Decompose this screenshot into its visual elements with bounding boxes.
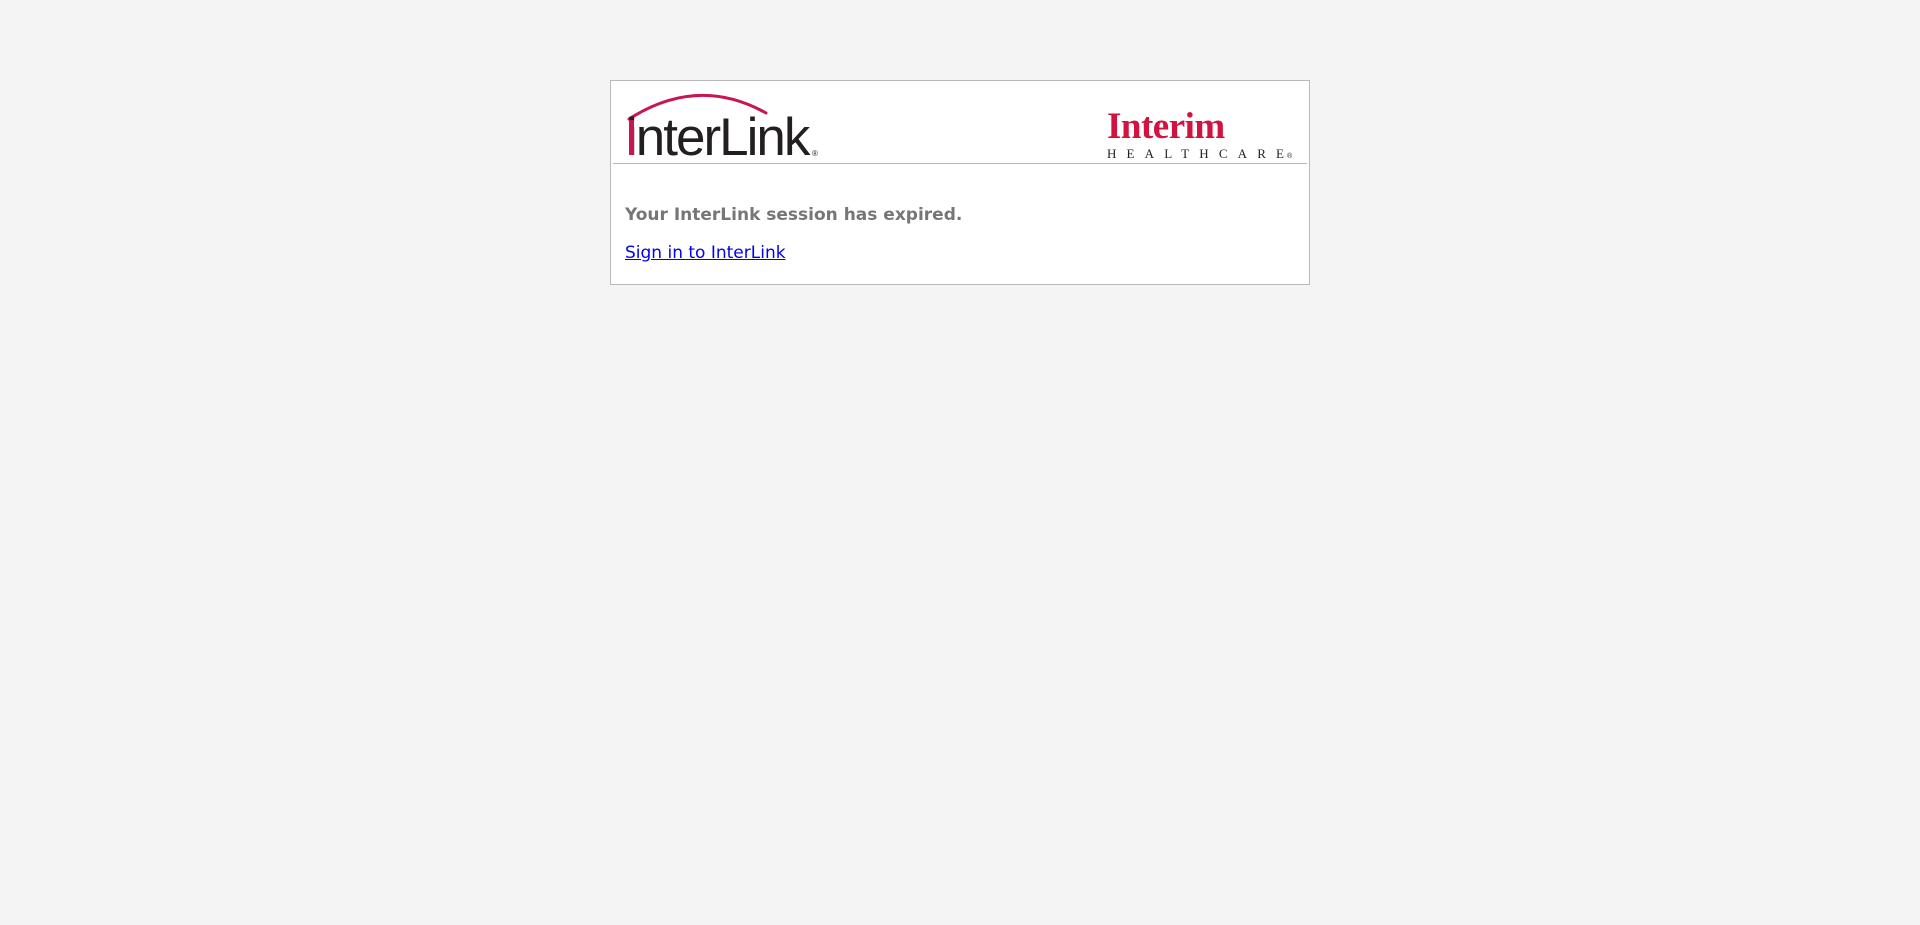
session-expired-panel: interLink ® Interim HEALTHCARE ® Your In… xyxy=(610,80,1310,285)
panel-content: Your InterLink session has expired. Sign… xyxy=(611,204,1309,264)
interim-healthcare-logo: Interim HEALTHCARE ® xyxy=(1107,108,1293,161)
sign-in-link[interactable]: Sign in to InterLink xyxy=(625,242,786,264)
interim-logo-subtext: HEALTHCARE xyxy=(1107,146,1284,161)
interlink-logo: interLink ® xyxy=(626,93,818,161)
interim-logo-text: Interim xyxy=(1107,108,1225,147)
interlink-logo-registered: ® xyxy=(812,149,818,158)
interlink-logo-i-accent xyxy=(629,120,634,155)
session-expired-message: Your InterLink session has expired. xyxy=(625,205,963,225)
interlink-logo-text: interLink xyxy=(626,108,811,161)
panel-header: interLink ® Interim HEALTHCARE ® xyxy=(613,81,1307,164)
interim-logo-registered: ® xyxy=(1287,152,1293,160)
